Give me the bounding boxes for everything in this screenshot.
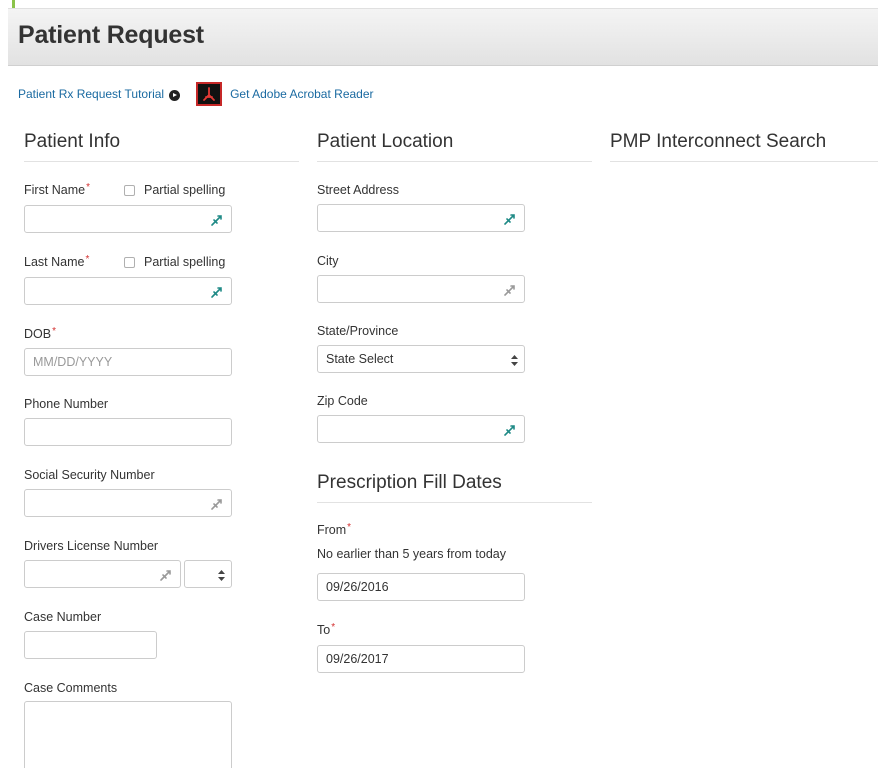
from-helper-text: No earlier than 5 years from today — [317, 547, 506, 561]
dob-placeholder: MM/DD/YYYY — [33, 355, 113, 369]
tutorial-link[interactable]: Patient Rx Request Tutorial — [18, 87, 164, 101]
case-comments-textarea[interactable] — [24, 701, 232, 768]
acrobat-icon[interactable] — [196, 82, 223, 106]
dob-label: DOB* — [24, 326, 56, 341]
state-select-value: State Select — [326, 352, 394, 366]
fill-dates-heading: Prescription Fill Dates — [317, 472, 592, 503]
to-date-input[interactable]: 09/26/2017 — [317, 645, 525, 673]
ssn-input[interactable] — [24, 489, 232, 517]
pen-icon[interactable] — [210, 213, 224, 227]
updown-arrows-icon — [511, 355, 518, 366]
city-input[interactable] — [317, 275, 525, 303]
from-date-value: 09/26/2016 — [326, 580, 389, 594]
page-header: Patient Request — [8, 8, 878, 66]
to-date-value: 09/26/2017 — [326, 652, 389, 666]
zip-code-input[interactable] — [317, 415, 525, 443]
last-name-label: Last Name* — [24, 254, 90, 269]
state-select[interactable]: State Select — [317, 345, 525, 373]
phone-label: Phone Number — [24, 397, 109, 411]
patient-location-heading: Patient Location — [317, 131, 592, 162]
dob-input[interactable]: MM/DD/YYYY — [24, 348, 232, 376]
partial-spelling-checkbox[interactable] — [124, 256, 135, 268]
pen-icon[interactable] — [210, 497, 224, 511]
zip-code-label: Zip Code — [317, 394, 368, 408]
drivers-license-state-select[interactable] — [184, 560, 232, 588]
pmp-search-heading: PMP Interconnect Search — [610, 131, 878, 162]
drivers-license-input[interactable] — [24, 560, 181, 588]
required-mark: * — [85, 254, 90, 265]
required-mark: * — [331, 622, 336, 633]
required-mark: * — [347, 522, 352, 533]
last-name-partial-spelling[interactable]: Partial spelling — [124, 255, 225, 269]
drivers-license-label: Drivers License Number — [24, 539, 159, 553]
from-label: From* — [317, 522, 352, 537]
phone-input[interactable] — [24, 418, 232, 446]
street-address-input[interactable] — [317, 204, 525, 232]
circle-arrow-icon[interactable] — [169, 89, 181, 101]
case-number-label: Case Number — [24, 610, 102, 624]
case-comments-label: Case Comments — [24, 681, 118, 695]
street-address-label: Street Address — [317, 183, 399, 197]
case-number-input[interactable] — [24, 631, 157, 659]
pen-icon[interactable] — [159, 568, 173, 582]
pen-icon[interactable] — [503, 212, 517, 226]
accent-tick — [12, 0, 15, 8]
acrobat-link[interactable]: Get Adobe Acrobat Reader — [230, 87, 373, 101]
patient-info-heading: Patient Info — [24, 131, 299, 162]
pen-icon[interactable] — [210, 285, 224, 299]
pen-icon[interactable] — [503, 423, 517, 437]
state-province-label: State/Province — [317, 324, 399, 338]
partial-spelling-checkbox[interactable] — [124, 184, 135, 196]
ssn-label: Social Security Number — [24, 468, 155, 482]
required-mark: * — [52, 326, 56, 337]
first-name-partial-spelling[interactable]: Partial spelling — [124, 183, 225, 197]
pen-icon[interactable] — [503, 283, 517, 297]
first-name-input[interactable] — [24, 205, 232, 233]
city-label: City — [317, 254, 339, 268]
last-name-input[interactable] — [24, 277, 232, 305]
help-links-row: Patient Rx Request Tutorial Get Adobe Ac… — [18, 82, 374, 106]
to-label: To* — [317, 622, 336, 637]
from-date-input[interactable]: 09/26/2016 — [317, 573, 525, 601]
updown-arrows-icon — [218, 570, 225, 581]
page-title: Patient Request — [18, 21, 204, 49]
first-name-label: First Name* — [24, 182, 91, 197]
required-mark: * — [86, 182, 91, 193]
